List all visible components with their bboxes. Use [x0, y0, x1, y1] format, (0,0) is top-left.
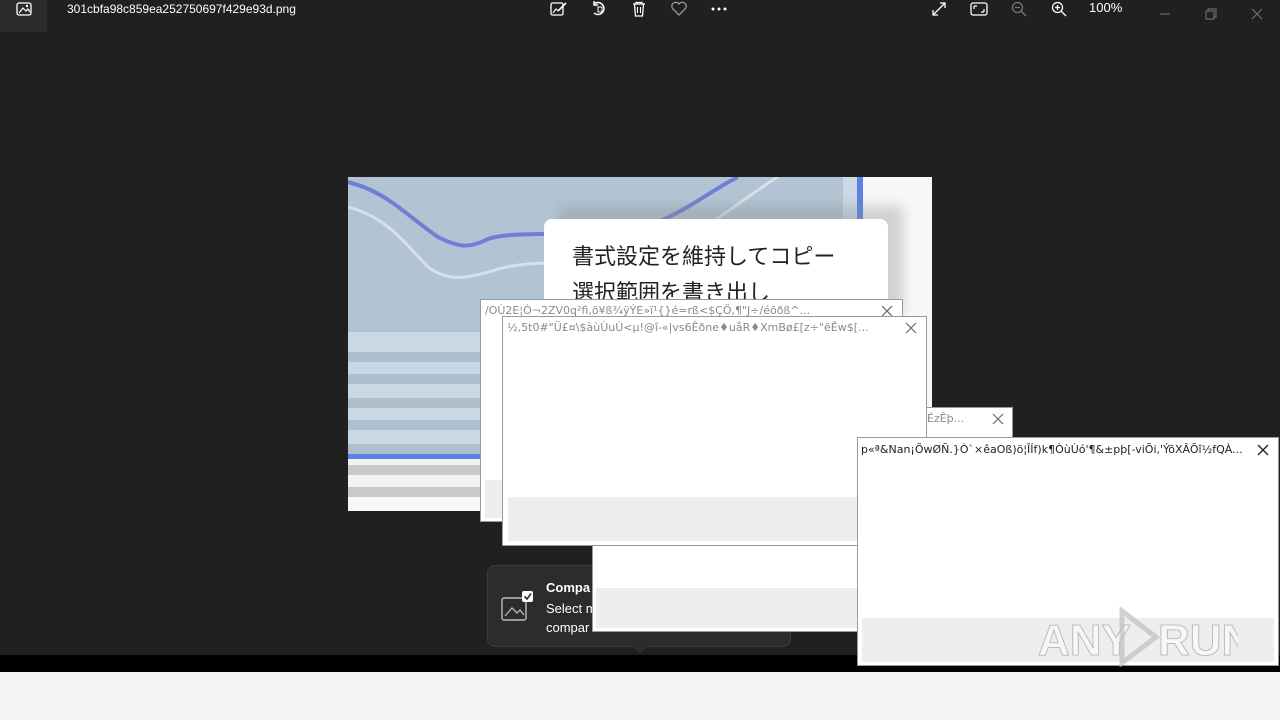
dialog-title: p«ª&Nan¡ÕwØÑ.}Ò`×êaOß)ö¦ÎÍf)k¶ÒùÙó'¶&±pþ… [861, 443, 1243, 456]
compare-title: Compa [546, 580, 591, 595]
fit-icon[interactable] [968, 0, 990, 18]
favorite-icon[interactable] [668, 0, 690, 18]
app-icon-container[interactable] [0, 0, 47, 32]
dialog-title: ½,5t0#"Ü£¤\$àùÙuÙ<µ!@î-«|vs6Êðne♦uåR♦XmB… [507, 321, 869, 334]
preview-text-line: 書式設定を維持してコピー [572, 245, 836, 270]
compare-tooltip-arrow [632, 646, 648, 654]
watermark-text: ANY [1038, 616, 1131, 665]
close-icon[interactable] [989, 410, 1007, 428]
close-icon[interactable] [1246, 5, 1268, 23]
compare-description: Select m [546, 601, 597, 616]
fullscreen-icon[interactable] [928, 0, 950, 18]
close-icon[interactable] [1254, 441, 1272, 459]
zoom-out-icon[interactable] [1008, 0, 1030, 18]
minimize-icon[interactable] [1154, 5, 1176, 23]
dialog-title: ÉzÊþ... [927, 412, 965, 425]
more-icon[interactable] [708, 0, 730, 18]
edit-icon[interactable] [548, 0, 570, 18]
rotate-icon[interactable] [588, 0, 610, 18]
watermark-text: RUN [1158, 616, 1238, 665]
compare-description: compar [546, 620, 590, 635]
close-icon[interactable] [902, 319, 920, 337]
delete-icon[interactable] [628, 0, 650, 18]
title-bar: 301cbfa98c859ea252750697f429e93d.png 100… [0, 0, 1280, 32]
file-name: 301cbfa98c859ea252750697f429e93d.png [67, 2, 296, 16]
restore-icon[interactable] [1200, 5, 1222, 23]
zoom-in-icon[interactable] [1048, 0, 1070, 18]
zoom-level[interactable]: 100% [1089, 0, 1122, 15]
anyrun-watermark: ANY RUN [1038, 607, 1238, 667]
compare-images-icon [501, 591, 533, 621]
photos-app-icon [16, 2, 32, 16]
